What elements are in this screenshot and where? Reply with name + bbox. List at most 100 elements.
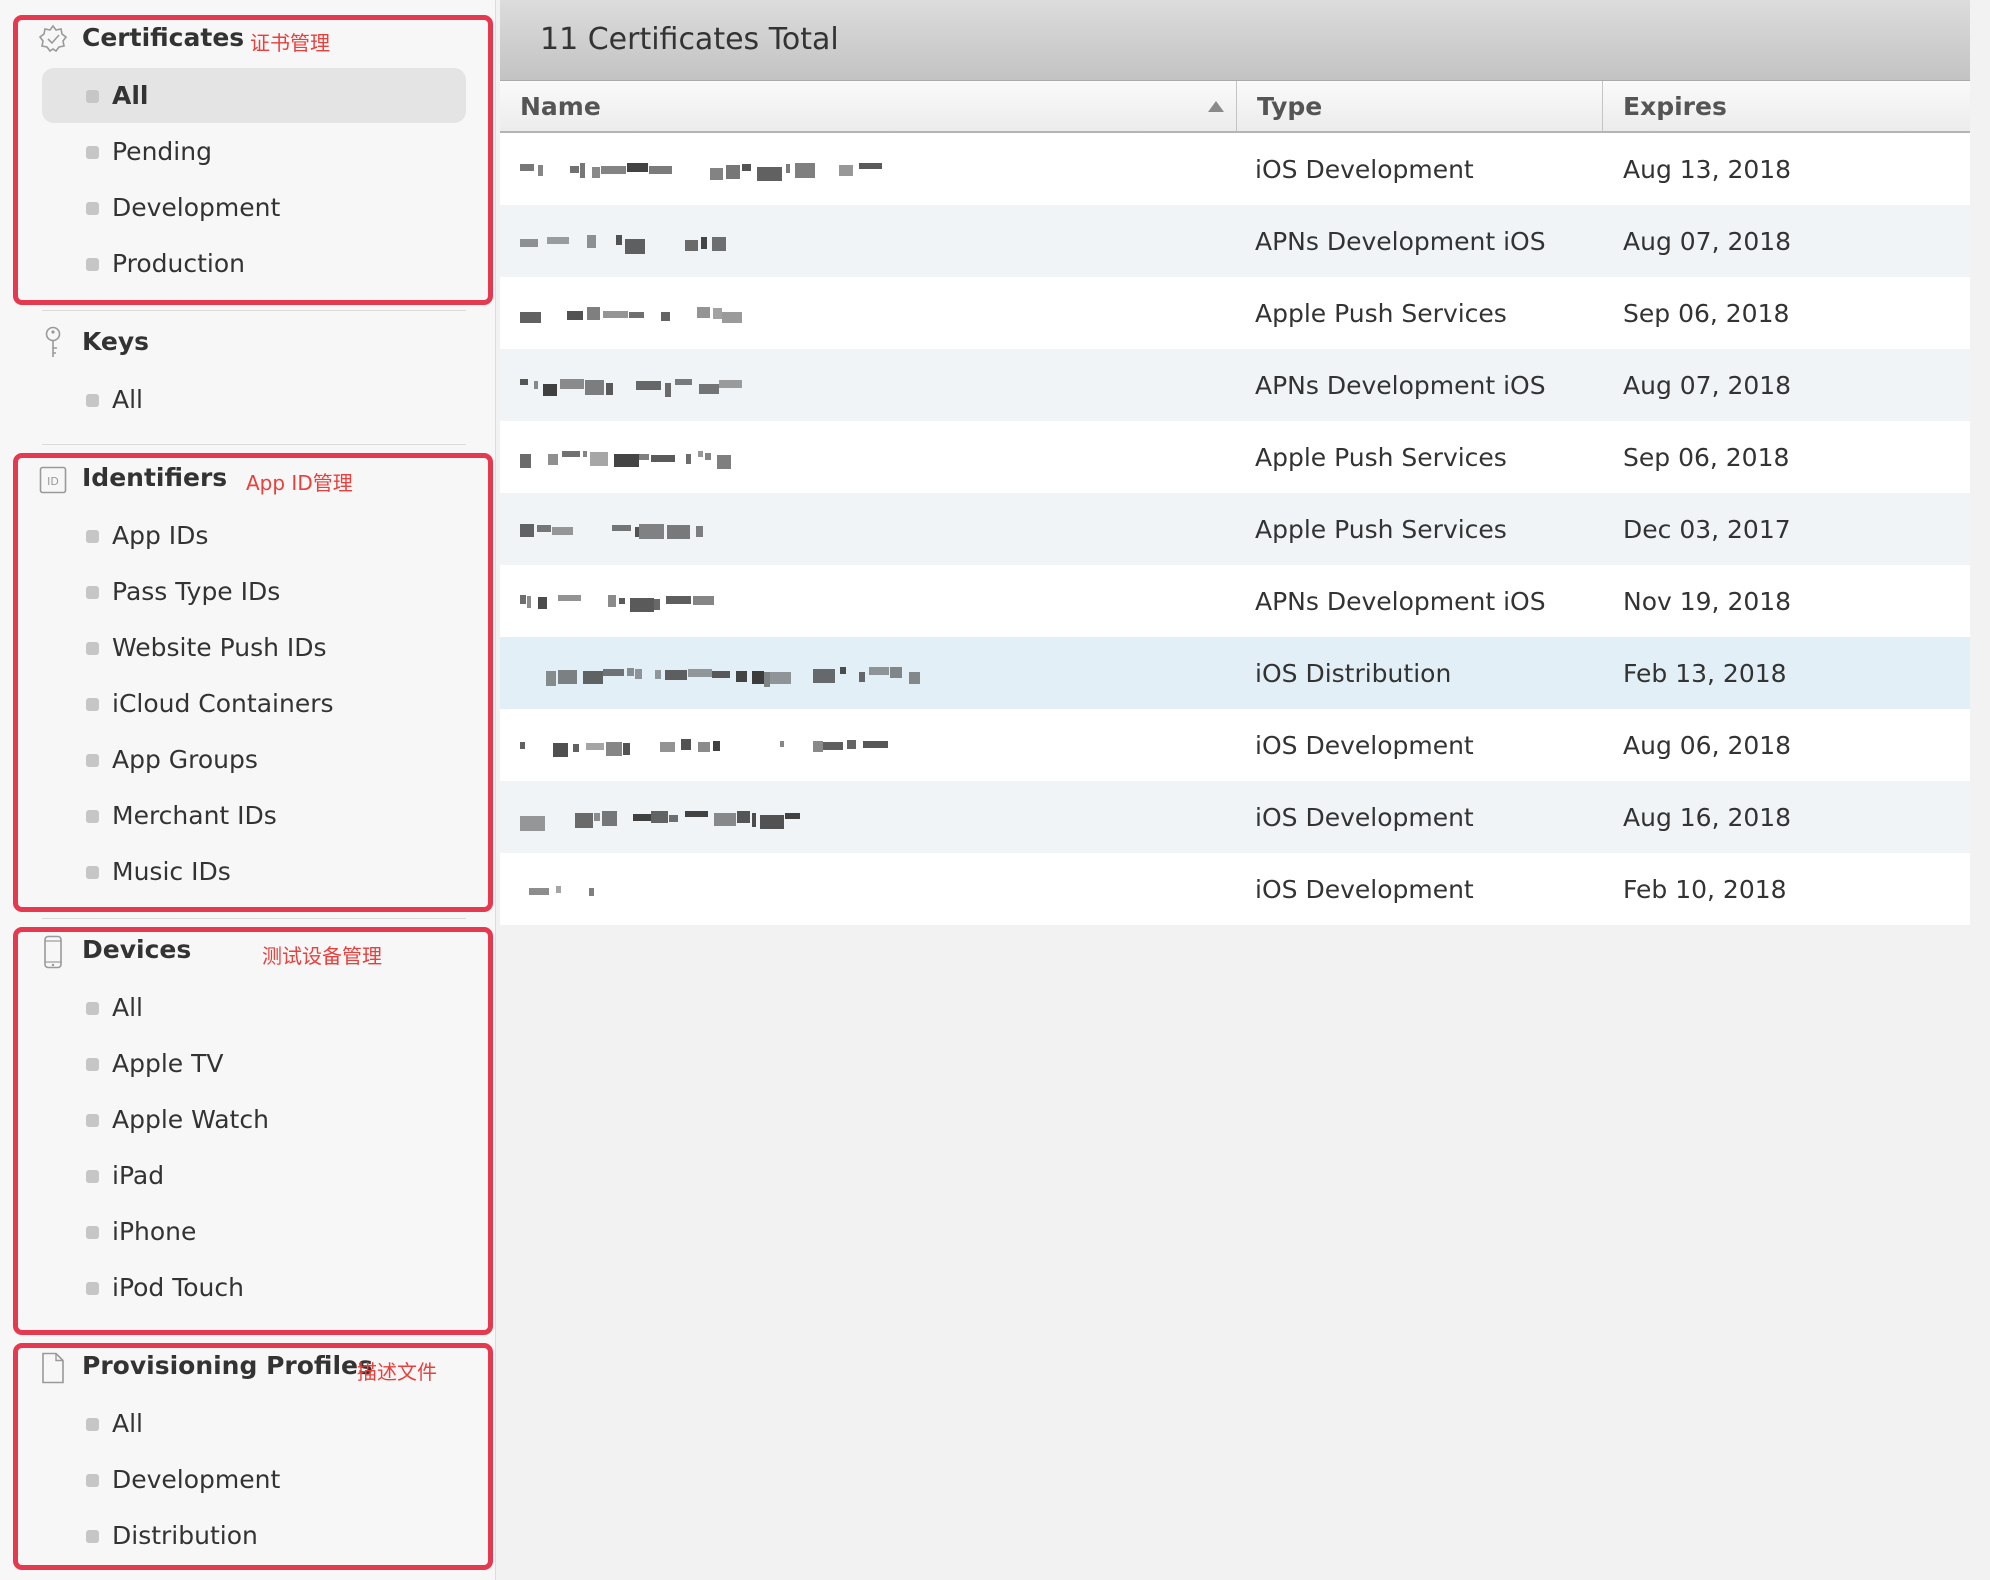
redaction-pixel [520,816,545,831]
table-row[interactable]: iOS Development Feb 10, 2018 [500,853,1970,925]
key-icon [38,326,68,360]
type-cell: Apple Push Services [1255,442,1507,472]
redaction-pixel [520,454,531,468]
bullet-icon [86,1417,99,1431]
redaction-pixel [726,165,740,179]
bullet-icon [86,641,99,655]
annotation-identifiers: App ID管理 [246,471,353,495]
sidebar-item-certificates-pending[interactable]: Pending [42,124,466,179]
redaction-pixel [712,671,730,678]
section-title-certificates: Certificates [82,23,245,52]
redaction-pixel [661,312,670,321]
sidebar-item-certificates-all[interactable]: All [42,68,466,123]
section-title-keys: Keys [82,327,150,356]
expires-cell: Aug 07, 2018 [1623,370,1792,400]
table-row-highlighted[interactable]: iOS Distribution Feb 13, 2018 [500,637,1970,709]
page-title: 11 Certificates Total [540,22,839,57]
sidebar-item-profiles-distribution[interactable]: Distribution [42,1508,466,1563]
bullet-icon [86,865,99,879]
sidebar-item-ipod-touch[interactable]: iPod Touch [42,1260,466,1315]
redaction-pixel [587,307,600,320]
redaction-pixel [693,596,714,605]
table-row[interactable]: APNs Development iOS Aug 07, 2018 [500,205,1970,277]
sidebar-item-profiles-all[interactable]: All [42,1396,466,1451]
bullet-icon [86,257,99,271]
sidebar-item-ipad[interactable]: iPad [42,1148,466,1203]
id-icon: ID [38,463,68,497]
section-title-identifiers: Identifiers [82,463,228,492]
sidebar-item-certificates-development[interactable]: Development [42,180,466,235]
redaction-pixel [636,381,661,390]
section-title-provisioning-profiles: Provisioning Profiles [82,1351,373,1380]
bullet-icon [86,1225,99,1239]
bullet-icon [86,809,99,823]
redaction-pixel [757,167,782,181]
table-row[interactable]: Apple Push Services Sep 06, 2018 [500,277,1970,349]
redaction-pixel [701,237,707,249]
redaction-pixel [601,166,626,174]
expires-cell: Aug 06, 2018 [1623,730,1792,760]
redaction-pixel [590,452,608,466]
sidebar-item-apple-watch[interactable]: Apple Watch [42,1092,466,1147]
redaction-pixel [548,454,558,465]
redaction-pixel [813,669,835,683]
redaction-pixel [651,811,668,823]
bullet-icon [86,697,99,711]
sidebar-item-website-push-ids[interactable]: Website Push IDs [42,620,466,675]
table-row[interactable]: APNs Development iOS Nov 19, 2018 [500,565,1970,637]
redaction-pixel [722,312,742,323]
sidebar-item-keys-all[interactable]: All [42,372,466,427]
redaction-pixel [698,742,710,752]
table-row[interactable]: APNs Development iOS Aug 07, 2018 [500,349,1970,421]
sidebar-item-apple-tv[interactable]: Apple TV [42,1036,466,1091]
sidebar-item-pass-type-ids[interactable]: Pass Type IDs [42,564,466,619]
redaction-pixel [538,597,547,609]
annotation-profiles: 描述文件 [357,1360,437,1384]
redaction-pixel [736,671,747,682]
redaction-pixel [558,595,581,601]
redaction-pixel [713,308,722,319]
divider [42,444,466,445]
sidebar-item-certificates-production[interactable]: Production [42,236,466,291]
expires-cell: Sep 06, 2018 [1623,298,1790,328]
sort-ascending-icon [1208,101,1224,112]
redaction-pixel [627,668,634,676]
redaction-pixel [585,380,604,395]
sidebar-item-music-ids[interactable]: Music IDs [42,844,466,899]
redaction-pixel [558,670,577,684]
sidebar-item-iphone[interactable]: iPhone [42,1204,466,1259]
redaction-pixel [627,163,648,172]
sidebar-item-app-ids[interactable]: App IDs [42,508,466,563]
redaction-pixel [710,168,723,180]
redaction-pixel [589,888,594,896]
table-row[interactable]: iOS Development Aug 06, 2018 [500,709,1970,781]
redaction-pixel [594,813,600,821]
redaction-pixel [606,742,622,756]
type-cell: Apple Push Services [1255,298,1507,328]
redaction-pixel [665,383,671,397]
redaction-pixel [592,167,600,178]
bullet-icon [86,1169,99,1183]
sidebar-item-merchant-ids[interactable]: Merchant IDs [42,788,466,843]
redaction-pixel [633,814,651,821]
redaction-pixel [681,739,691,750]
certificate-badge-icon [38,22,68,56]
redaction-pixel [737,811,750,823]
redaction-pixel [686,454,691,464]
sidebar-item-profiles-development[interactable]: Development [42,1452,466,1507]
table-row[interactable]: Apple Push Services Dec 03, 2017 [500,493,1970,565]
sidebar-item-app-groups[interactable]: App Groups [42,732,466,787]
table-row[interactable]: iOS Development Aug 13, 2018 [500,133,1970,205]
expires-cell: Dec 03, 2017 [1623,514,1791,544]
redaction-pixel [909,672,920,684]
redaction-pixel [785,813,800,819]
column-header-type[interactable]: Type [1237,81,1602,131]
redaction-pixel [538,165,543,176]
sidebar-item-devices-all[interactable]: All [42,980,466,1035]
table-row[interactable]: Apple Push Services Sep 06, 2018 [500,421,1970,493]
table-row[interactable]: iOS Development Aug 16, 2018 [500,781,1970,853]
column-header-name[interactable]: Name [500,81,1235,131]
sidebar-item-icloud-containers[interactable]: iCloud Containers [42,676,466,731]
column-header-expires[interactable]: Expires [1603,81,1970,131]
type-cell: iOS Development [1255,802,1474,832]
